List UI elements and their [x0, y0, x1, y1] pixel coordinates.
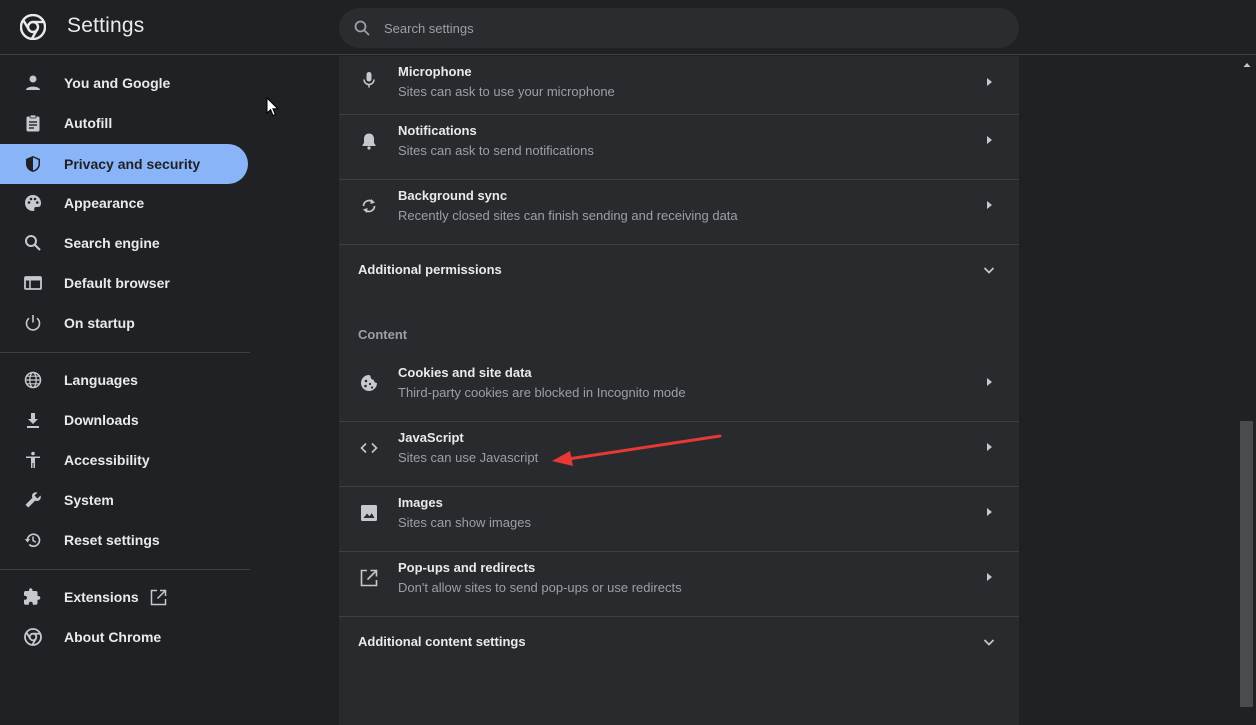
restore-icon [24, 533, 41, 548]
scrollbar-thumb[interactable] [1240, 421, 1253, 707]
chevron-right-icon [987, 508, 992, 516]
sidebar-item-you-and-google[interactable]: You and Google [0, 63, 248, 103]
row-subtitle: Third-party cookies are blocked in Incog… [398, 385, 686, 400]
chevron-down-icon [983, 639, 995, 646]
cookie-icon [361, 375, 377, 391]
permission-row-microphone[interactable]: Microphone Sites can ask to use your mic… [339, 56, 1019, 115]
chevron-right-icon [987, 201, 992, 209]
sidebar-item-label: Reset settings [64, 532, 160, 548]
sync-icon [362, 199, 376, 213]
chevron-right-icon [987, 136, 992, 144]
sidebar-item-label: Default browser [64, 275, 170, 291]
sidebar-item-downloads[interactable]: Downloads [0, 400, 248, 440]
sidebar-item-about-chrome[interactable]: About Chrome [0, 617, 248, 657]
row-title: Images [398, 495, 443, 510]
search-input[interactable] [384, 8, 984, 48]
palette-icon [25, 195, 41, 211]
shield-icon [26, 156, 40, 172]
sidebar-item-reset-settings[interactable]: Reset settings [0, 520, 248, 560]
page-title: Settings [67, 14, 145, 37]
globe-icon [24, 371, 42, 389]
row-subtitle: Sites can use Javascript [398, 450, 539, 465]
row-title: Background sync [398, 188, 508, 203]
sidebar-item-label: Downloads [64, 412, 139, 428]
search-icon [354, 20, 370, 36]
content-row-popups[interactable]: Pop-ups and redirects Don't allow sites … [339, 552, 1019, 617]
row-title: Pop-ups and redirects [398, 560, 536, 575]
section-heading-content: Content [358, 327, 408, 342]
additional-content-settings-toggle[interactable]: Additional content settings [339, 617, 1019, 665]
sidebar-item-label: Search engine [64, 235, 160, 251]
mouse-cursor-icon [266, 97, 280, 117]
row-title: Cookies and site data [398, 365, 532, 380]
open-external-icon [360, 569, 378, 587]
row-subtitle: Sites can show images [398, 515, 531, 530]
scroll-up-arrow-icon[interactable] [1241, 59, 1253, 71]
content-row-cookies[interactable]: Cookies and site data Third-party cookie… [339, 357, 1019, 422]
sidebar-item-label: Privacy and security [64, 156, 201, 172]
puzzle-icon [24, 588, 41, 605]
sidebar-item-label: Extensions [64, 589, 139, 605]
wrench-icon [25, 492, 41, 508]
sidebar-item-accessibility[interactable]: Accessibility [0, 440, 248, 480]
search-icon [25, 235, 41, 251]
expand-label: Additional content settings [358, 634, 526, 649]
sidebar-item-extensions[interactable]: Extensions [0, 577, 248, 617]
sidebar: You and Google Autofill Privacy and secu… [0, 56, 250, 725]
content-row-images[interactable]: Images Sites can show images [339, 487, 1019, 552]
sidebar-divider [0, 569, 250, 570]
settings-panel: Microphone Sites can ask to use your mic… [339, 56, 1019, 725]
open-in-new-icon [150, 589, 167, 606]
chrome-icon [24, 628, 42, 646]
bell-icon [362, 133, 376, 150]
row-title: JavaScript [398, 430, 464, 445]
row-subtitle: Don't allow sites to send pop-ups or use… [398, 580, 682, 595]
accessibility-icon [26, 451, 40, 468]
expand-label: Additional permissions [358, 262, 502, 277]
row-title: Notifications [398, 123, 477, 138]
sidebar-item-on-startup[interactable]: On startup [0, 303, 248, 343]
microphone-icon [363, 72, 375, 88]
power-icon [25, 315, 41, 331]
browser-window-icon [24, 276, 42, 290]
chrome-logo-icon [20, 14, 46, 40]
row-subtitle: Sites can ask to use your microphone [398, 84, 615, 99]
row-title: Microphone [398, 64, 472, 79]
sidebar-item-autofill[interactable]: Autofill [0, 103, 248, 143]
download-icon [27, 413, 39, 428]
person-icon [26, 75, 40, 90]
top-bar: Settings [0, 0, 1256, 55]
code-icon [360, 442, 378, 454]
chevron-right-icon [987, 78, 992, 86]
sidebar-item-search-engine[interactable]: Search engine [0, 223, 248, 263]
chevron-right-icon [987, 378, 992, 386]
row-subtitle: Sites can ask to send notifications [398, 143, 594, 158]
additional-permissions-toggle[interactable]: Additional permissions [339, 245, 1019, 293]
sidebar-item-label: About Chrome [64, 629, 162, 645]
sidebar-item-default-browser[interactable]: Default browser [0, 263, 248, 303]
sidebar-item-appearance[interactable]: Appearance [0, 183, 248, 223]
sidebar-item-label: Autofill [64, 115, 113, 131]
sidebar-item-label: You and Google [64, 75, 171, 91]
sidebar-item-system[interactable]: System [0, 480, 248, 520]
sidebar-item-label: Appearance [64, 195, 145, 211]
image-icon [361, 505, 377, 521]
sidebar-item-label: Languages [64, 372, 138, 388]
sidebar-item-languages[interactable]: Languages [0, 360, 248, 400]
sidebar-item-label: Accessibility [64, 452, 150, 468]
annotation-arrow-icon [552, 434, 722, 466]
permission-row-notifications[interactable]: Notifications Sites can ask to send noti… [339, 115, 1019, 180]
chevron-right-icon [987, 573, 992, 581]
sidebar-item-privacy-and-security[interactable]: Privacy and security [0, 144, 248, 184]
search-box[interactable] [339, 8, 1019, 48]
clipboard-icon [26, 114, 40, 132]
chevron-right-icon [987, 443, 992, 451]
sidebar-divider [0, 352, 250, 353]
permission-row-background-sync[interactable]: Background sync Recently closed sites ca… [339, 180, 1019, 245]
row-subtitle: Recently closed sites can finish sending… [398, 208, 738, 223]
sidebar-item-label: System [64, 492, 114, 508]
sidebar-item-label: On startup [64, 315, 135, 331]
chevron-down-icon [983, 267, 995, 274]
